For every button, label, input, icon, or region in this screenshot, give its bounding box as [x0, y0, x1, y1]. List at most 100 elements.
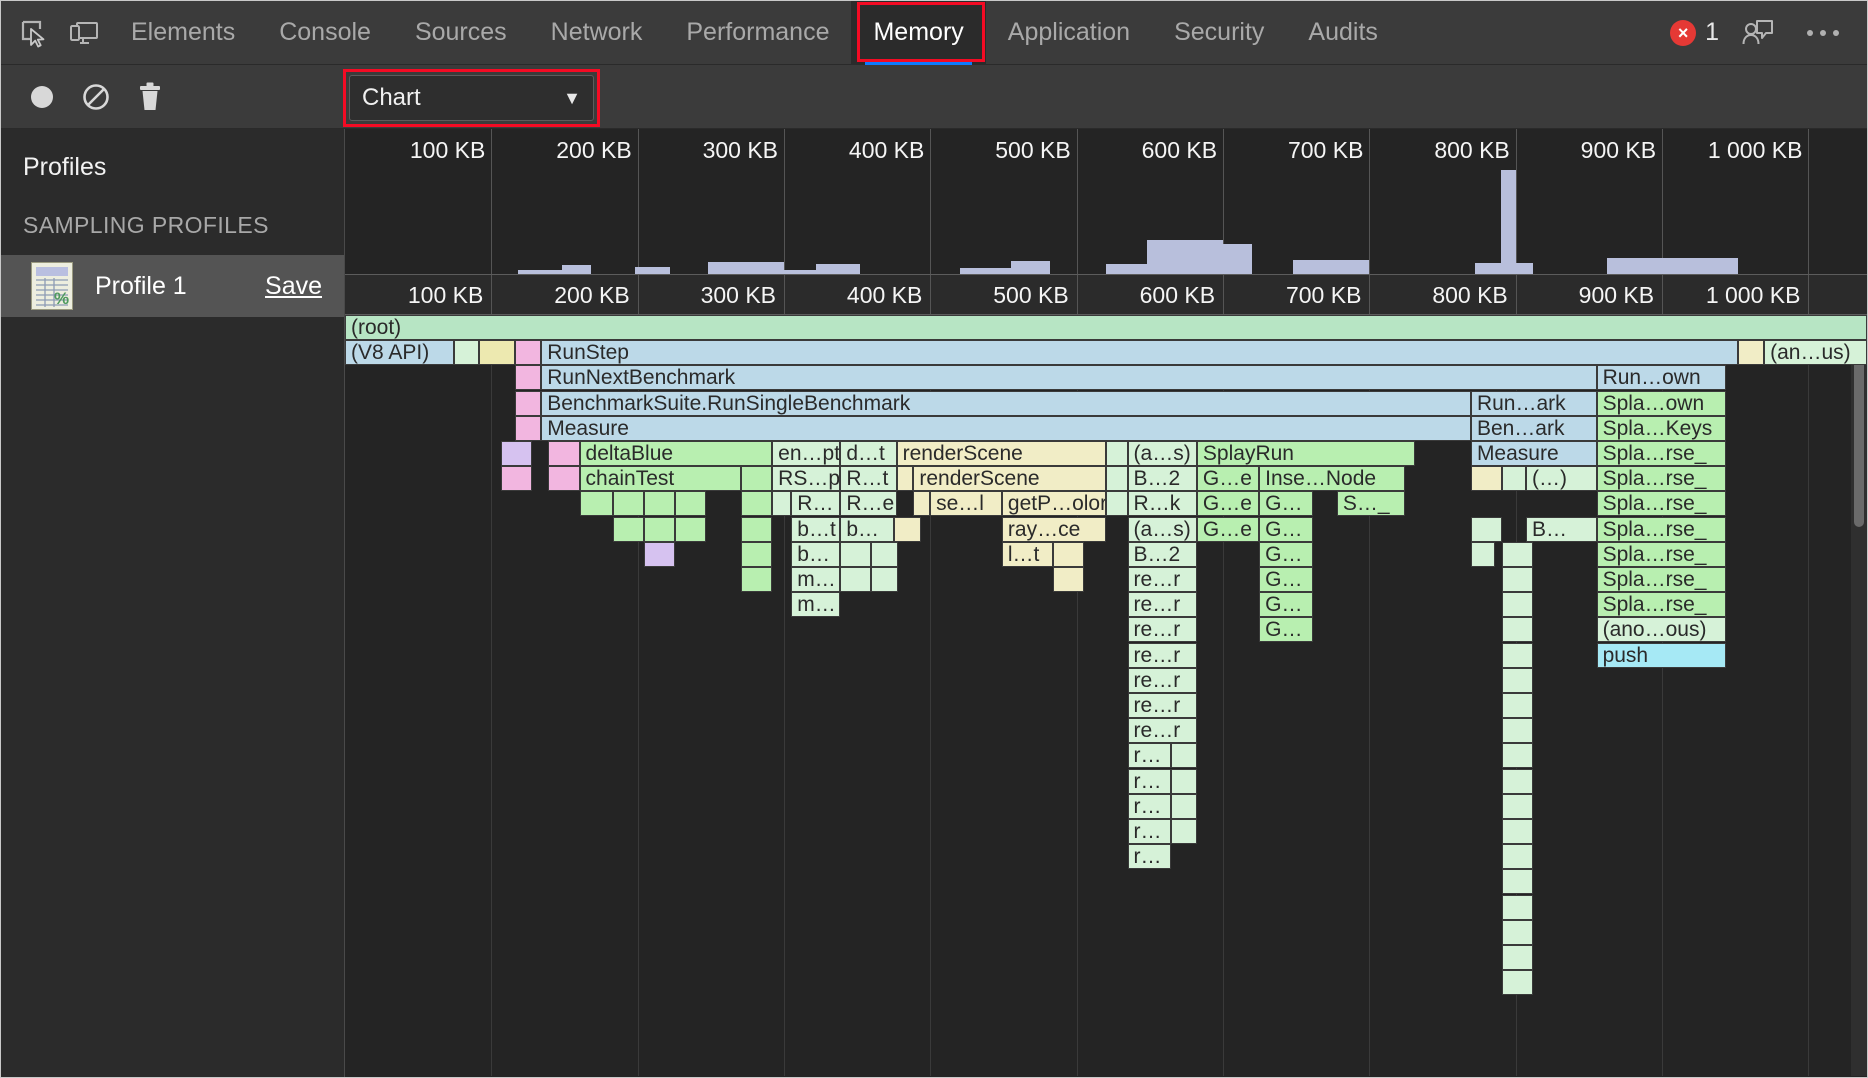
flame-node[interactable]: R…t: [840, 466, 896, 491]
flame-node[interactable]: G…: [1259, 517, 1313, 542]
flame-node-unlabeled[interactable]: [741, 491, 772, 516]
allocation-overview-chart[interactable]: 100 KB200 KB300 KB400 KB500 KB600 KB700 …: [345, 129, 1867, 275]
flame-node[interactable]: G…e: [1197, 466, 1259, 491]
flame-node-unlabeled[interactable]: [1171, 769, 1197, 794]
flame-node[interactable]: Measure: [1471, 441, 1597, 466]
flame-node-unlabeled[interactable]: [1502, 895, 1533, 920]
flame-node-unlabeled[interactable]: [741, 567, 772, 592]
flame-node[interactable]: (an…us): [1764, 340, 1867, 365]
flame-node-unlabeled[interactable]: [871, 567, 897, 592]
flame-node[interactable]: b…t: [791, 517, 840, 542]
more-options-icon[interactable]: [1797, 30, 1849, 36]
flame-node-unlabeled[interactable]: [1106, 491, 1128, 516]
flame-node[interactable]: G…: [1259, 491, 1313, 516]
flame-node-unlabeled[interactable]: [515, 416, 541, 441]
flame-node-unlabeled[interactable]: [1502, 592, 1533, 617]
flame-node-unlabeled[interactable]: [1106, 441, 1128, 466]
record-icon[interactable]: [15, 70, 69, 124]
tab-elements[interactable]: Elements: [109, 1, 257, 65]
flame-node[interactable]: renderScene: [897, 441, 1106, 466]
flame-node[interactable]: (root): [345, 315, 1867, 340]
flame-node[interactable]: chainTest: [580, 466, 742, 491]
flame-node[interactable]: SplayRun: [1197, 441, 1415, 466]
flame-node-unlabeled[interactable]: [1502, 617, 1533, 642]
flame-node-unlabeled[interactable]: [1502, 668, 1533, 693]
profile-view-select-box[interactable]: Chart ▼: [349, 75, 594, 121]
flame-node[interactable]: Spla…rse_: [1597, 542, 1726, 567]
flame-node[interactable]: Ben…ark: [1471, 416, 1597, 441]
flame-node-unlabeled[interactable]: [1502, 643, 1533, 668]
flame-node-unlabeled[interactable]: [1502, 769, 1533, 794]
flame-node-unlabeled[interactable]: [644, 491, 675, 516]
flame-node-unlabeled[interactable]: [580, 491, 614, 516]
flame-node-unlabeled[interactable]: [1502, 844, 1533, 869]
flame-node-unlabeled[interactable]: [515, 340, 541, 365]
tab-network[interactable]: Network: [529, 1, 665, 65]
flame-node-unlabeled[interactable]: [644, 542, 675, 567]
flame-node[interactable]: ray…ce: [1002, 517, 1106, 542]
flame-node[interactable]: R…k: [1128, 491, 1197, 516]
flame-node[interactable]: b…: [840, 517, 894, 542]
flame-node[interactable]: getP…olor: [1002, 491, 1106, 516]
flame-node-unlabeled[interactable]: [1502, 542, 1533, 567]
flame-node[interactable]: S…_: [1337, 491, 1405, 516]
flame-node-unlabeled[interactable]: [675, 517, 706, 542]
flame-node-unlabeled[interactable]: [501, 466, 532, 491]
flame-node[interactable]: re…r: [1128, 693, 1197, 718]
flame-node[interactable]: Spla…rse_: [1597, 491, 1726, 516]
flame-node[interactable]: Run…own: [1597, 365, 1726, 390]
flame-node-unlabeled[interactable]: [1106, 466, 1128, 491]
flame-node-unlabeled[interactable]: [1171, 794, 1197, 819]
flame-node-unlabeled[interactable]: [772, 491, 791, 516]
flame-node-unlabeled[interactable]: [1502, 819, 1533, 844]
inspect-element-icon[interactable]: [9, 8, 59, 58]
flame-node[interactable]: (V8 API): [345, 340, 454, 365]
flame-node-unlabeled[interactable]: [894, 517, 920, 542]
flame-node-unlabeled[interactable]: [548, 466, 579, 491]
trash-icon[interactable]: [123, 70, 177, 124]
flame-node[interactable]: push: [1597, 643, 1726, 668]
flame-node[interactable]: deltaBlue: [580, 441, 773, 466]
flame-node-unlabeled[interactable]: [1471, 466, 1502, 491]
flame-node-unlabeled[interactable]: [515, 391, 541, 416]
flame-node[interactable]: RunStep: [541, 340, 1738, 365]
flame-node-unlabeled[interactable]: [675, 491, 706, 516]
flame-node[interactable]: r…: [1128, 769, 1171, 794]
flame-node-unlabeled[interactable]: [1502, 869, 1533, 894]
flame-node[interactable]: (…): [1526, 466, 1597, 491]
flame-node[interactable]: Inse…Node: [1259, 466, 1405, 491]
flame-node[interactable]: re…r: [1128, 567, 1197, 592]
sidebar-item-profile-1[interactable]: % Profile 1 Save: [1, 255, 344, 317]
user-feedback-icon[interactable]: [1733, 8, 1783, 58]
flame-node-unlabeled[interactable]: [1502, 466, 1526, 491]
flame-node[interactable]: R…: [791, 491, 840, 516]
flame-node[interactable]: d…t: [840, 441, 896, 466]
flame-node[interactable]: G…: [1259, 542, 1313, 567]
flame-node[interactable]: r…: [1128, 844, 1171, 869]
profile-view-select[interactable]: Chart ▼: [349, 75, 594, 121]
flame-node-unlabeled[interactable]: [741, 517, 772, 542]
flame-node[interactable]: re…r: [1128, 592, 1197, 617]
flame-node[interactable]: r…: [1128, 819, 1171, 844]
flame-node[interactable]: B…: [1526, 517, 1597, 542]
flame-chart[interactable]: (root)(V8 API) RunStep (an…us) RunNextBench…: [345, 315, 1867, 1076]
flame-node-unlabeled[interactable]: [1502, 945, 1533, 970]
flame-node[interactable]: Spla…rse_: [1597, 592, 1726, 617]
flame-node[interactable]: G…: [1259, 592, 1313, 617]
flame-node-unlabeled[interactable]: [613, 517, 644, 542]
flame-node[interactable]: Run…ark: [1471, 391, 1597, 416]
flame-node-unlabeled[interactable]: [454, 340, 479, 365]
flame-node-unlabeled[interactable]: [1053, 542, 1084, 567]
save-profile-link[interactable]: Save: [265, 272, 322, 301]
flame-node[interactable]: Spla…rse_: [1597, 567, 1726, 592]
flame-node[interactable]: RunNextBenchmark: [541, 365, 1596, 390]
flame-node-unlabeled[interactable]: [913, 491, 930, 516]
flame-node[interactable]: G…: [1259, 567, 1313, 592]
flame-node[interactable]: B…2: [1128, 466, 1197, 491]
flame-node[interactable]: b…: [791, 542, 840, 567]
flame-node[interactable]: (a…s): [1128, 441, 1197, 466]
flame-node-unlabeled[interactable]: [1502, 970, 1533, 995]
device-toolbar-icon[interactable]: [59, 8, 109, 58]
flame-node-unlabeled[interactable]: [1502, 567, 1533, 592]
flame-node[interactable]: (ano…ous): [1597, 617, 1726, 642]
